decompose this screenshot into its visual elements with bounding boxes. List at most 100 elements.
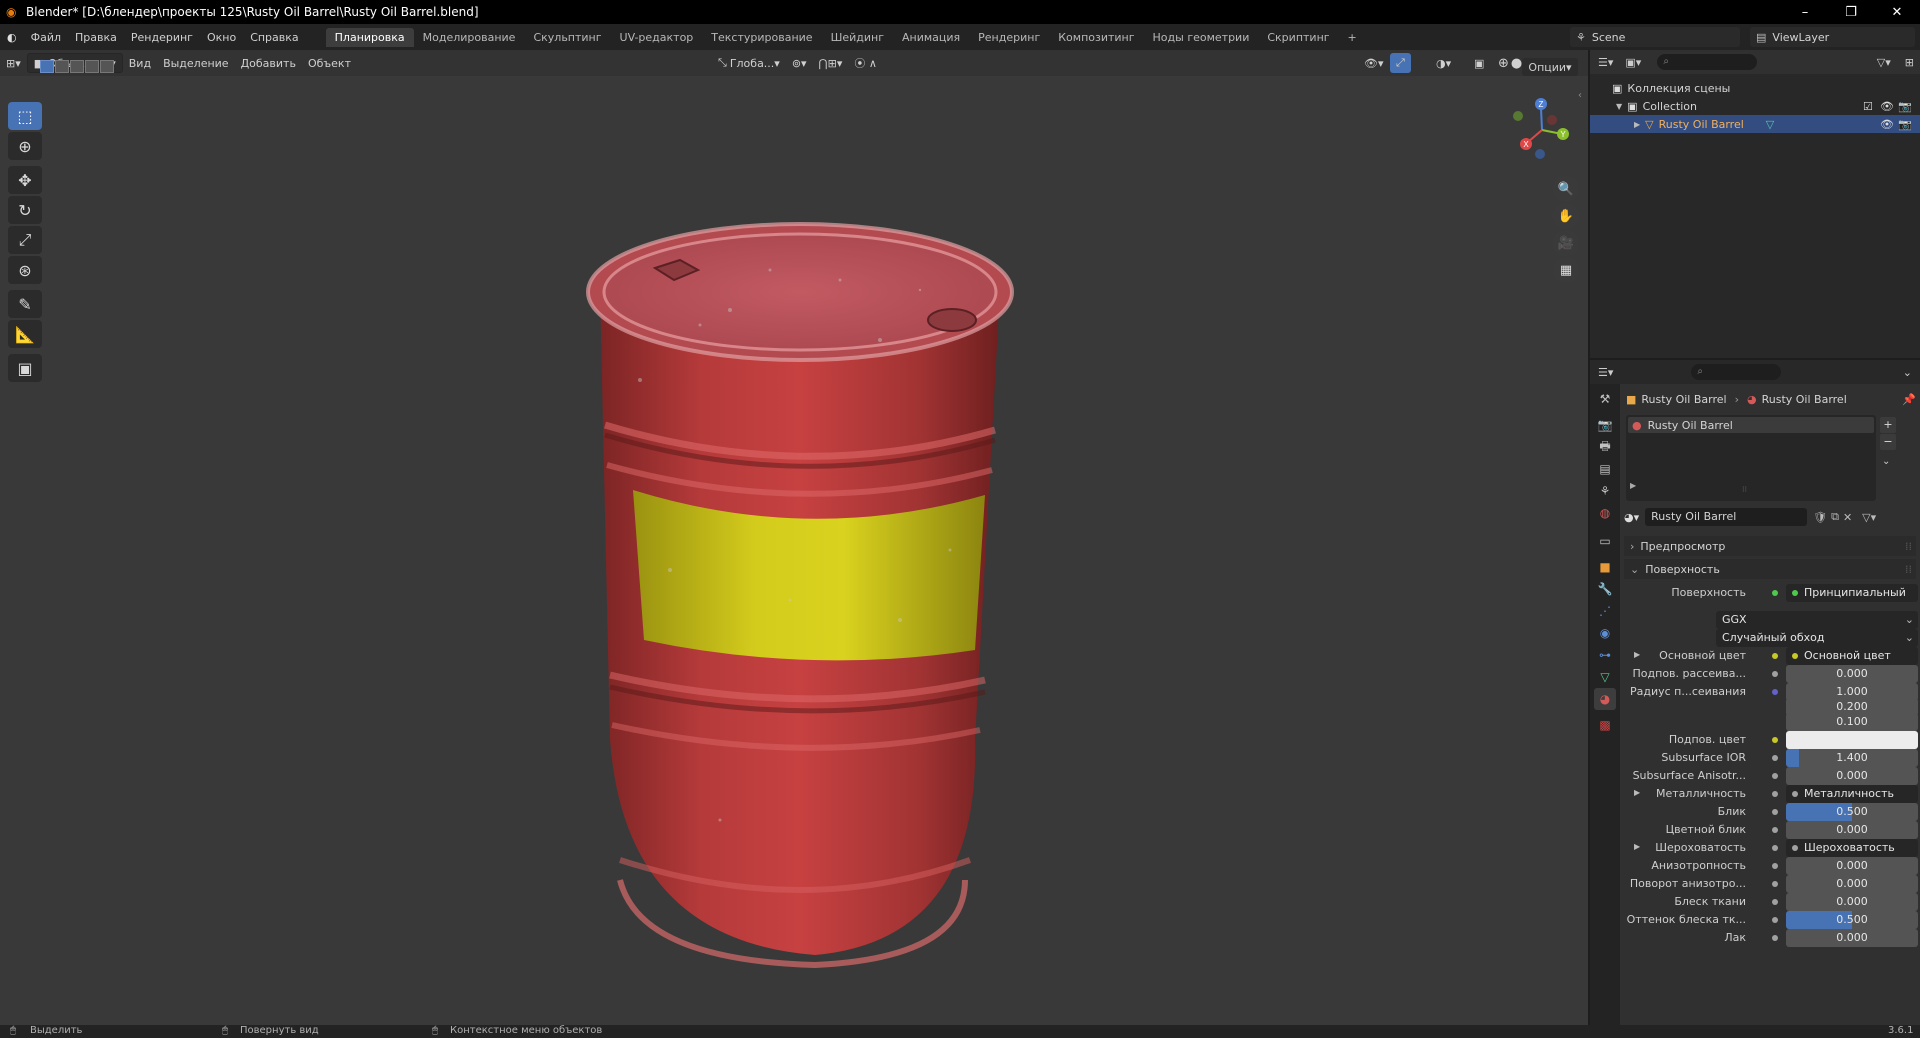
menu-render[interactable]: Рендеринг [124,31,200,44]
link-icon[interactable]: ▽▾ [1862,511,1876,524]
3d-viewport[interactable]: ⊞▾ ■ Объекты ▾ Вид Выделение Добавить Об… [0,50,1588,1025]
socket-icon[interactable] [1772,845,1778,851]
browse-material-icon[interactable]: ◕▾ [1624,511,1639,524]
scene-tab-icon[interactable]: ⚘ [1594,480,1616,502]
rusty-oil-barrel[interactable] [580,220,1040,970]
view-layer-tab-icon[interactable]: ▤ [1594,458,1616,480]
view-layer-selector[interactable]: ▤ ViewLayer [1750,27,1915,47]
number-field[interactable]: 0.000 [1786,665,1918,683]
drag-handle-icon[interactable]: ⁞⁞ [1905,563,1912,576]
proportional-edit-button[interactable]: ⦿ ∧ [848,53,883,73]
socket-icon[interactable] [1772,881,1778,887]
select-intersect-icon[interactable] [100,60,114,73]
pan-button[interactable]: ✋ [1553,203,1579,229]
zoom-button[interactable]: 🔍 [1553,176,1579,202]
visibility-button[interactable]: 👁▾ [1358,53,1390,73]
linked-node-field[interactable]: Основной цвет [1786,647,1918,665]
close-button[interactable]: ✕ [1874,0,1920,24]
blender-menu-icon[interactable]: ◐ [0,31,24,44]
restore-button[interactable]: ❐ [1828,0,1874,24]
annotate-tool[interactable]: ✎ [8,290,42,318]
new-collection-icon[interactable]: ⊞ [1899,56,1920,69]
chevron-down-icon[interactable]: ⌄ [1895,366,1920,379]
scene-selector[interactable]: ⚘ Scene [1570,27,1740,47]
display-mode-icon[interactable]: ▣▾ [1621,56,1645,69]
modifier-tab-icon[interactable]: 🔧 [1594,578,1616,600]
eye-icon[interactable]: 👁 [1880,118,1894,131]
measure-tool[interactable]: 📐 [8,320,42,348]
socket-icon[interactable] [1772,737,1778,743]
collapse-icon[interactable]: ▼ [1616,102,1622,111]
remove-slot-button[interactable]: − [1880,434,1896,450]
outliner-object-row[interactable]: ▶ ▽ Rusty Oil Barrel ▽ 👁 📷 [1590,115,1920,133]
material-name-field[interactable]: Rusty Oil Barrel [1645,508,1808,526]
editor-type-button[interactable]: ⊞▾ [0,53,27,73]
world-tab-icon[interactable]: ◍ [1594,502,1616,524]
socket-icon[interactable] [1772,671,1778,677]
expand-icon[interactable]: ▶ [1634,650,1640,659]
overlay-toggle[interactable]: ◑▾ [1430,53,1457,73]
number-field[interactable]: 0.500 [1786,911,1918,929]
socket-icon[interactable] [1772,917,1778,923]
options-button[interactable]: Опции ▾ [1522,58,1578,76]
slot-specials-icon[interactable]: ⌄ [1882,456,1890,467]
outliner-search-input[interactable]: ⌕ [1657,54,1758,70]
constraints-tab-icon[interactable]: ⊶ [1594,644,1616,666]
tab-scripting[interactable]: Скриптинг [1258,28,1338,47]
pin-icon[interactable]: 📌 [1902,393,1916,406]
add-cube-tool[interactable]: ▣ [8,354,42,382]
breadcrumb-object[interactable]: Rusty Oil Barrel [1641,393,1726,406]
outliner-type-icon[interactable]: ☰▾ [1590,56,1621,69]
select-subtract-icon[interactable] [70,60,84,73]
minimize-button[interactable]: – [1782,0,1828,24]
object-tab-icon[interactable]: ■ [1594,556,1616,578]
output-tab-icon[interactable]: 🖶 [1594,436,1616,458]
camera-icon[interactable]: 📷 [1898,100,1912,113]
preview-panel-header[interactable]: › Предпросмотр ⁞⁞ [1624,536,1916,556]
menu-window[interactable]: Окно [200,31,243,44]
socket-icon[interactable] [1772,653,1778,659]
fake-user-icon[interactable]: 🛡 [1813,511,1827,524]
socket-icon[interactable] [1772,935,1778,941]
select-box-tool[interactable]: ⬚ [8,102,42,130]
color-swatch[interactable] [1786,731,1918,749]
properties-search-input[interactable]: ⌕ [1691,364,1782,380]
linked-node-field[interactable]: Принципиальный BSDF [1786,584,1918,602]
socket-icon[interactable] [1772,689,1778,695]
snap-button[interactable]: ⋂⊞▾ [813,53,849,73]
menu-edit[interactable]: Правка [68,31,124,44]
socket-icon[interactable] [1772,863,1778,869]
checkbox-icon[interactable]: ☑ [1863,100,1873,113]
duplicate-icon[interactable]: ⧉ [1831,510,1839,524]
unlink-icon[interactable]: ✕ [1843,511,1852,524]
expand-icon[interactable]: ▶ [1634,842,1640,851]
render-tab-icon[interactable]: 📷 [1594,414,1616,436]
tab-texture-paint[interactable]: Текстурирование [702,28,821,47]
menu-add[interactable]: Добавить [235,53,302,73]
select-new-icon[interactable] [40,60,54,73]
camera-view-button[interactable]: 🎥 [1553,230,1579,256]
select-invert-icon[interactable] [85,60,99,73]
socket-icon[interactable] [1772,755,1778,761]
number-field[interactable]: 0.500 [1786,803,1918,821]
scale-tool[interactable]: ⤢ [8,226,42,254]
physics-tab-icon[interactable]: ◉ [1594,622,1616,644]
drag-handle-icon[interactable]: ⁞⁞ [1905,540,1912,553]
menu-select[interactable]: Выделение [157,53,235,73]
perspective-toggle[interactable]: ▦ [1553,257,1579,283]
eye-icon[interactable]: 👁 [1880,100,1894,113]
tab-compositing[interactable]: Композитинг [1049,28,1143,47]
outliner-scene-collection[interactable]: ▣ Коллекция сцены [1590,79,1920,97]
outliner-collection[interactable]: ▼ ▣ Collection ☑ 👁 📷 [1590,97,1920,115]
select-extend-icon[interactable] [55,60,69,73]
camera-icon[interactable]: 📷 [1898,118,1912,131]
expand-icon[interactable]: ▶ [1634,788,1640,797]
transform-tool[interactable]: ⊛ [8,256,42,284]
transform-orientation-selector[interactable]: ⤡ Глоба... ▾ [712,53,786,73]
filter-icon[interactable]: ▽▾ [1869,56,1899,69]
move-tool[interactable]: ✥ [8,166,42,194]
sidebar-toggle-icon[interactable]: ‹ [1578,90,1582,101]
material-slot-row[interactable]: ● Rusty Oil Barrel [1628,417,1874,433]
properties-type-icon[interactable]: ☰▾ [1590,366,1621,379]
add-slot-button[interactable]: + [1880,417,1896,433]
